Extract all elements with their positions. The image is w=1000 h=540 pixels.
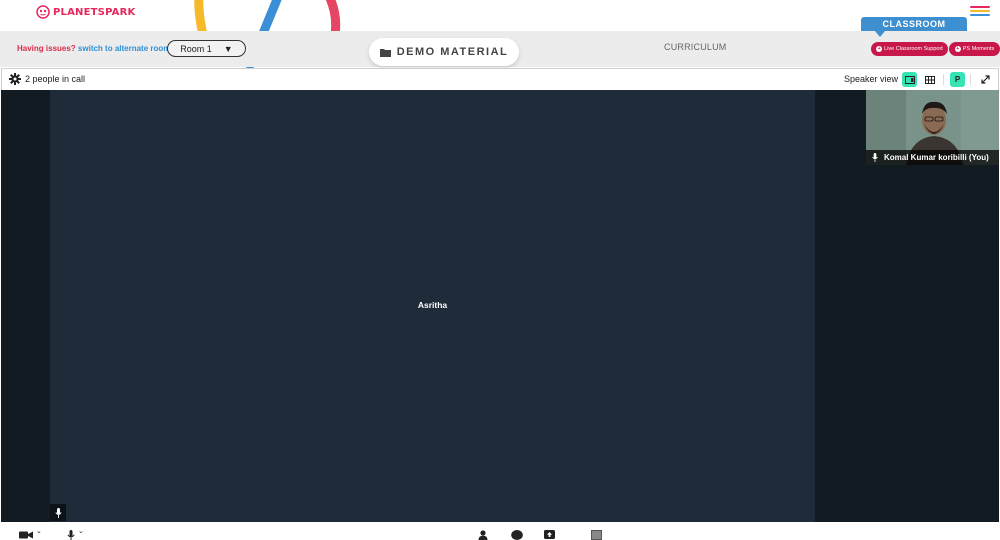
grid-view-button[interactable] <box>922 72 937 87</box>
folder-icon <box>379 48 391 57</box>
divider <box>943 74 944 85</box>
whiteboard-icon <box>591 530 602 540</box>
fullscreen-button[interactable] <box>978 72 993 87</box>
brand-name: PLANETSPARK <box>53 6 136 18</box>
tab-classroom[interactable]: CLASSROOM <box>861 17 967 37</box>
chevron-down-icon[interactable]: ⌄ <box>36 527 42 535</box>
main-video-tile: Asritha <box>50 90 815 522</box>
share-screen-button[interactable] <box>544 530 555 540</box>
issue-question: Having issues? <box>17 44 76 53</box>
demo-material-label: DEMO MATERIAL <box>396 46 509 58</box>
logo-icon <box>36 5 50 19</box>
tab-curriculum[interactable]: CURRICULUM <box>664 42 727 52</box>
video-stage: Asritha Komal Kumar koribilli (You) <box>1 90 999 522</box>
participants-button[interactable] <box>478 530 488 540</box>
ps-moments-button[interactable]: + PS Moments <box>949 42 1000 56</box>
divider <box>970 74 971 85</box>
live-support-label: Live Classroom Support <box>884 46 943 52</box>
dropdown-arrow-icon: ▼ <box>223 43 233 54</box>
plus-icon: + <box>954 46 961 52</box>
self-video-tile: Komal Kumar koribilli (You) <box>866 90 999 165</box>
self-participant-name: Komal Kumar koribilli (You) <box>884 153 989 162</box>
alternate-room-link[interactable]: switch to alternate room <box>78 44 170 53</box>
camera-toggle[interactable]: ⌄ <box>19 527 42 540</box>
chevron-down-icon[interactable]: ⌄ <box>78 527 84 535</box>
ps-moments-label: PS Moments <box>962 46 995 52</box>
speaker-view-icon <box>904 75 915 84</box>
self-name-bar: Komal Kumar koribilli (You) <box>866 150 999 165</box>
microphone-icon <box>54 507 62 518</box>
microphone-icon <box>872 153 878 162</box>
room-select-value: Room 1 <box>180 43 212 54</box>
room-select[interactable]: Room 1 ▼ <box>167 40 246 57</box>
main-participant-name: Asritha <box>417 300 448 310</box>
people-count: 2 people in call <box>25 74 86 84</box>
camera-icon <box>19 531 33 539</box>
grid-view-icon <box>924 75 935 84</box>
chat-button[interactable] <box>511 530 523 540</box>
microphone-icon <box>67 530 75 540</box>
microphone-toggle[interactable]: ⌄ <box>67 527 84 540</box>
hamburger-menu-icon[interactable] <box>970 6 990 18</box>
whiteboard-button[interactable] <box>591 530 602 540</box>
call-header: 2 people in call Speaker view P <box>1 68 999 90</box>
expand-icon <box>981 75 990 84</box>
share-screen-icon <box>544 530 555 539</box>
chat-bubble-icon <box>511 530 523 540</box>
demo-material-button[interactable]: DEMO MATERIAL <box>369 38 519 66</box>
live-support-button[interactable]: + Live Classroom Support <box>871 42 948 56</box>
brand-logo[interactable]: PLANETSPARK <box>36 5 135 19</box>
plus-icon: + <box>876 46 883 52</box>
person-icon <box>478 530 488 540</box>
call-controls: ⌄ ⌄ <box>0 522 1000 540</box>
issue-notice: Having issues? switch to alternate room <box>17 44 170 53</box>
view-mode-label: Speaker view <box>844 74 899 84</box>
main-tile-mic <box>50 504 66 521</box>
speaker-view-button[interactable] <box>902 72 917 87</box>
participant-badge[interactable]: P <box>950 72 965 87</box>
gear-icon[interactable] <box>9 73 21 85</box>
